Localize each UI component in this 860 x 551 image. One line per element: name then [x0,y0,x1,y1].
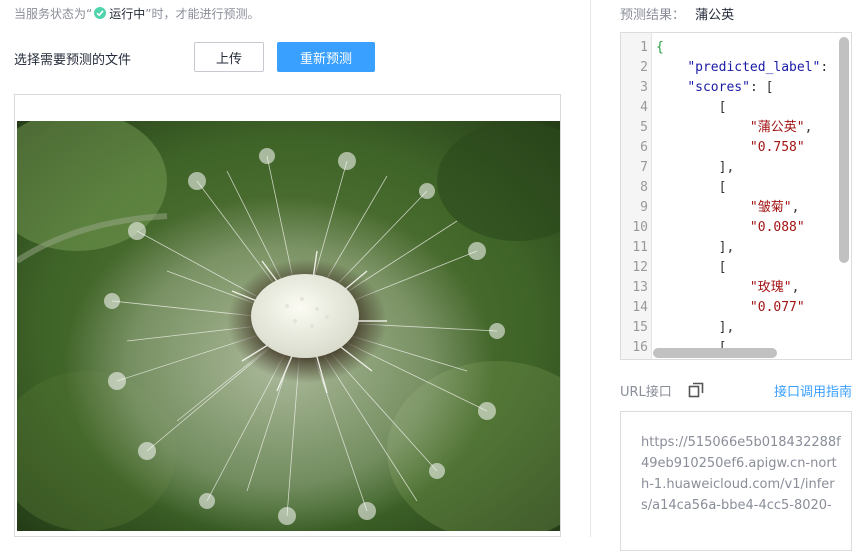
line-number: 15 [632,320,648,335]
code-line: ], [656,158,828,178]
prediction-result-value: 蒲公英 [695,8,735,23]
vertical-scrollbar[interactable] [839,37,849,263]
line-number: 16 [632,340,648,355]
code-token: : [820,60,829,75]
code-token: "0.758" [749,140,805,155]
line-number: 7 [640,160,648,175]
status-running-text: 运行中 [109,6,146,21]
line-number: 3 [640,80,648,95]
line-number: 6 [640,140,648,155]
prediction-result-header: 预测结果： 蒲公英 [620,4,734,23]
code-line: "0.088" [656,218,828,238]
line-number: 11 [632,240,648,255]
code-token: "蒲公英" [749,120,805,135]
code-line: "predicted_label": [656,58,828,78]
select-file-label: 选择需要预测的文件 [14,53,132,68]
horizontal-scrollbar[interactable] [653,348,777,358]
code-token: "0.088" [749,220,805,235]
code-line: [ [656,178,828,198]
code-token: , [791,280,800,295]
code-token: [ [656,180,727,195]
code-line: [ [656,98,828,118]
dandelion-photo [17,121,560,531]
code-line: "玫瑰", [656,278,828,298]
code-line: ], [656,318,828,338]
code-token: "0.077" [749,300,805,315]
line-number: 12 [632,260,648,275]
pane-divider [590,0,591,537]
code-token: : [ [749,80,774,95]
line-number-gutter: 1 2 3 4 5 6 7 8 9 10 11 12 13 14 15 16 [621,33,652,359]
service-status-hint: 当服务状态为“ 运行中 ”时，才能进行预测。 [14,4,259,22]
code-token: "predicted_label" [687,60,821,75]
code-token: "玫瑰" [749,280,792,295]
upload-button[interactable]: 上传 [194,42,264,72]
api-url-text: https://515066e5b018432288f49eb910250ef6… [641,435,841,513]
line-number: 14 [632,300,648,315]
code-line: "蒲公英", [656,118,828,138]
image-preview-frame [14,94,561,537]
check-circle-icon [94,7,107,19]
line-number: 2 [640,60,648,75]
repredict-button[interactable]: 重新预测 [277,42,375,72]
code-token: "scores" [687,80,750,95]
code-line: [ [656,258,828,278]
result-json-code: { "predicted_label": "scores": [ [ "蒲公英"… [656,38,828,358]
code-token: "皱菊" [749,200,792,215]
code-line: "0.758" [656,138,828,158]
code-token: [ [656,100,727,115]
code-line: "0.077" [656,298,828,318]
url-header-row: URL接口 接口调用指南 [620,380,852,400]
code-token: , [791,200,800,215]
line-number: 1 [640,40,648,55]
url-label: URL接口 [620,385,672,400]
code-token: ], [656,240,735,255]
line-number: 5 [640,120,648,135]
code-line: "皱菊", [656,198,828,218]
status-hint-prefix: 当服务状态为“ [14,6,93,21]
result-code-viewer[interactable]: 1 2 3 4 5 6 7 8 9 10 11 12 13 14 15 16 { "predicted_lab… [620,32,852,360]
code-line: { [656,38,828,58]
api-guide-link[interactable]: 接口调用指南 [774,381,852,400]
line-number: 4 [640,100,648,115]
code-line: ], [656,238,828,258]
code-token: , [804,120,813,135]
url-box[interactable]: https://515066e5b018432288f49eb910250ef6… [620,411,852,551]
code-token: ], [656,160,735,175]
line-number: 9 [640,200,648,215]
code-token: ], [656,320,735,335]
line-number: 13 [632,280,648,295]
code-token: { [656,40,664,55]
code-line: "scores": [ [656,78,828,98]
code-token: [ [656,260,727,275]
line-number: 8 [640,180,648,195]
prediction-result-label: 预测结果： [620,8,686,23]
copy-icon[interactable] [688,382,704,398]
line-number: 10 [632,220,648,235]
status-hint-suffix: ”时，才能进行预测。 [145,6,260,21]
